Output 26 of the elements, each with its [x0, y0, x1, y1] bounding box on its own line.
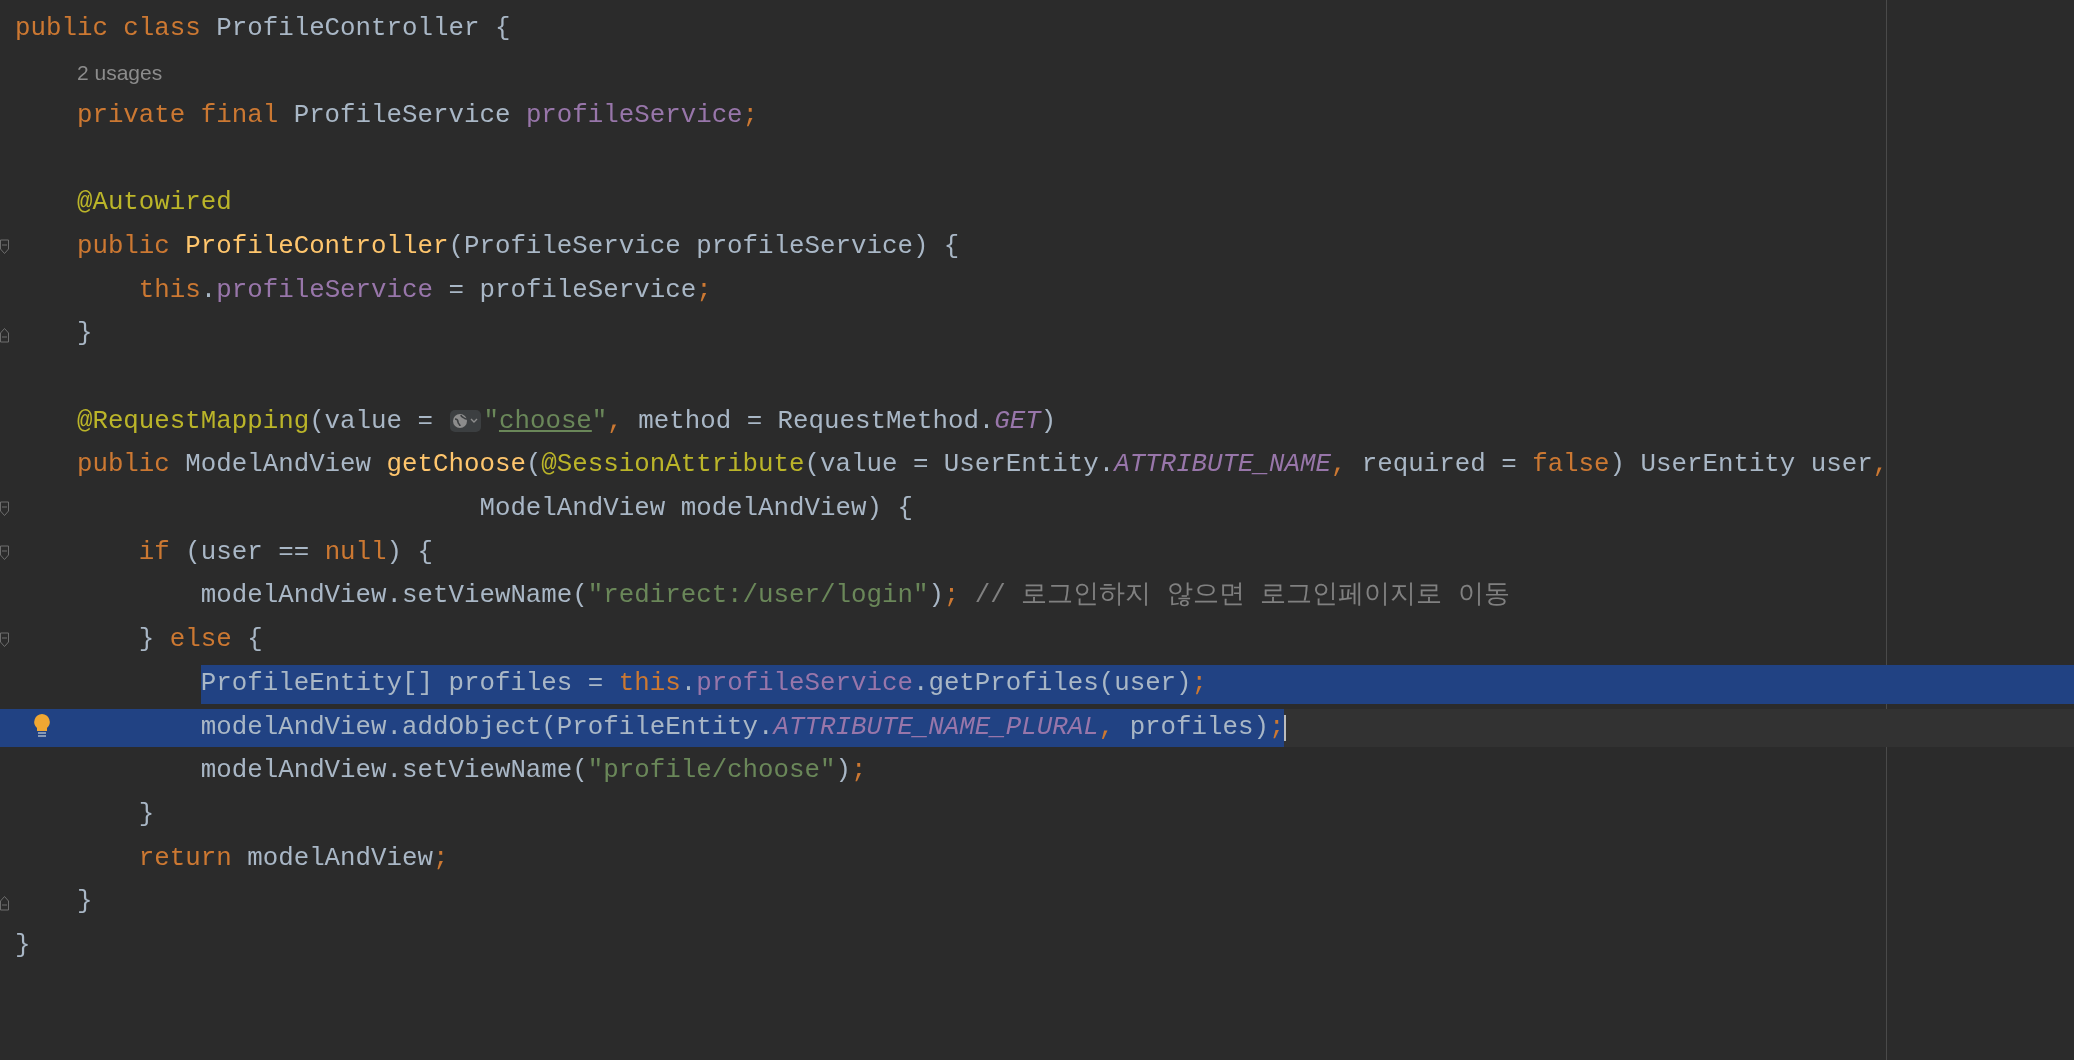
code-line: @Autowired — [75, 187, 233, 220]
code-line: modelAndView.setViewName("redirect:/user/login"); // 로그인하지 않으면 로그인페이지로 이동 — [199, 580, 1511, 613]
globe-icon[interactable] — [450, 409, 482, 432]
lightbulb-icon[interactable] — [32, 713, 52, 739]
code-line: public ModelAndView getChoose(@SessionAttribute(value = UserEntity.ATTRIBUTE_NAME, required = false) UserEntity user, — [75, 449, 1890, 482]
code-line: ModelAndView modelAndView) { — [478, 493, 914, 526]
code-line: @RequestMapping(value = "choose", method = RequestMethod.GET) — [75, 405, 1058, 438]
code-line: } — [15, 929, 32, 962]
fold-icon[interactable] — [0, 894, 10, 911]
code-line: if (user == null) { — [137, 536, 434, 569]
code-line: private final ProfileService profileService; — [75, 99, 760, 132]
code-line: } else { — [137, 624, 264, 657]
fold-icon[interactable] — [0, 545, 10, 562]
fold-icon[interactable] — [0, 632, 10, 649]
usages-hint[interactable]: 2 usages — [77, 56, 163, 89]
code-line: public ProfileController(ProfileService profileService) { — [75, 230, 961, 263]
code-line: this.profileService = profileService; — [137, 274, 713, 307]
code-line: } — [75, 318, 94, 351]
code-line: return modelAndView; — [137, 842, 450, 875]
fold-icon[interactable] — [0, 501, 10, 518]
fold-icon[interactable] — [0, 239, 10, 256]
code-line: } — [137, 798, 156, 831]
code-line: public class ProfileController { — [15, 12, 512, 45]
code-line: modelAndView.setViewName("profile/choose"); — [199, 755, 868, 788]
code-line: } — [75, 886, 94, 919]
fold-icon[interactable] — [0, 326, 10, 343]
